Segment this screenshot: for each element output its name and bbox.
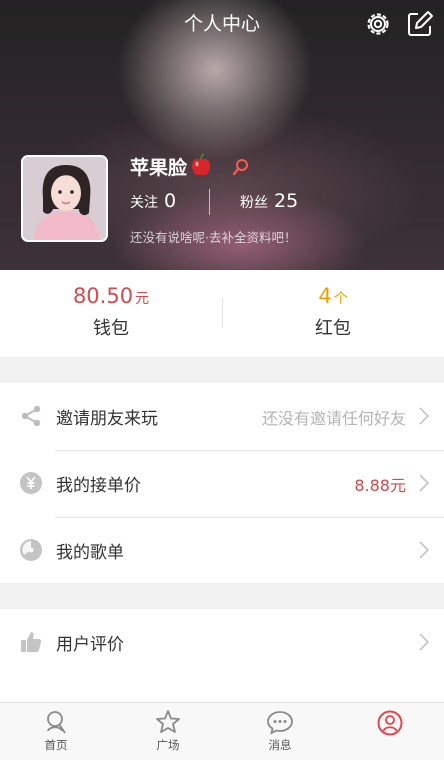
red-packet-button[interactable]: 4个 红包 xyxy=(222,284,444,340)
tab-plaza-label: 广场 xyxy=(156,738,180,752)
tab-messages[interactable]: 消息 xyxy=(245,709,315,753)
chat-icon xyxy=(267,711,293,735)
my-playlist-label: 我的歌单 xyxy=(56,543,124,563)
profile-name: 苹果脸 xyxy=(130,157,188,179)
order-price-item[interactable]: 我的接单价 8.88元 xyxy=(0,450,444,517)
money-panel: 80.50 元 钱包 4个 红包 xyxy=(0,270,444,357)
tab-home-label: 首页 xyxy=(44,738,68,752)
search-icon[interactable] xyxy=(232,158,250,178)
invite-friends-item[interactable]: 邀请朋友来玩 还没有邀请任何好友 xyxy=(0,383,444,450)
tab-home[interactable]: 首页 xyxy=(21,709,91,753)
user-reviews-label: 用户评价 xyxy=(56,635,124,655)
menu-list-2: 用户评价 xyxy=(0,609,444,704)
chevron-right-icon xyxy=(419,474,429,492)
chevron-right-icon xyxy=(419,633,429,651)
follow-stat[interactable]: 关注 0 xyxy=(130,190,176,212)
wallet-button[interactable]: 80.50 元 钱包 xyxy=(0,284,222,340)
tab-me[interactable] xyxy=(355,709,425,737)
invite-friends-label: 邀请朋友来玩 xyxy=(56,409,158,429)
wallet-label: 钱包 xyxy=(93,318,129,339)
profile-tab-icon xyxy=(377,710,403,736)
wallet-amount: 80.50 xyxy=(72,284,134,308)
fans-count: 25 xyxy=(274,190,299,212)
thumbs-up-icon xyxy=(21,632,42,652)
profile-screen: 个人中心 苹果脸 关注 0 粉丝 25 还没有说啥呢·去补全资料吧！ 80.50… xyxy=(0,0,444,760)
fans-label: 粉丝 xyxy=(240,195,268,211)
wallet-amount-row: 80.50 元 xyxy=(0,284,222,308)
home-icon xyxy=(47,711,66,734)
fans-stat[interactable]: 粉丝 25 xyxy=(240,190,298,212)
red-packet-unit: 个 xyxy=(333,291,348,307)
follow-count: 0 xyxy=(164,190,177,212)
profile-tagline[interactable]: 还没有说啥呢·去补全资料吧！ xyxy=(130,227,296,246)
red-packet-amount-row: 4个 xyxy=(222,284,444,308)
order-price-label: 我的接单价 xyxy=(56,476,141,496)
bottom-tab-bar: 首页 广场 消息 xyxy=(0,702,444,760)
chevron-right-icon xyxy=(419,541,429,559)
music-disc-icon xyxy=(20,539,42,561)
tab-messages-label: 消息 xyxy=(268,738,292,752)
chevron-right-icon xyxy=(419,407,429,425)
red-packet-amount: 4 xyxy=(318,284,332,308)
user-reviews-item[interactable]: 用户评价 xyxy=(0,609,444,676)
wallet-unit: 元 xyxy=(135,291,150,307)
share-icon xyxy=(21,405,41,427)
star-icon xyxy=(156,710,180,733)
follow-label: 关注 xyxy=(130,195,158,211)
edit-icon[interactable] xyxy=(406,10,434,38)
my-playlist-item[interactable]: 我的歌单 xyxy=(0,517,444,584)
tab-plaza[interactable]: 广场 xyxy=(133,709,203,753)
red-packet-label: 红包 xyxy=(315,318,351,339)
menu-list: 邀请朋友来玩 还没有邀请任何好友 我的接单价 8.88元 我的歌单 xyxy=(0,383,444,583)
yuan-icon xyxy=(20,472,42,494)
stat-divider xyxy=(209,189,210,215)
avatar[interactable] xyxy=(21,155,108,242)
order-price-value: 8.88元 xyxy=(354,476,406,495)
apple-icon xyxy=(192,153,210,176)
invite-friends-value: 还没有邀请任何好友 xyxy=(261,409,406,428)
settings-gear-icon[interactable] xyxy=(364,10,392,38)
